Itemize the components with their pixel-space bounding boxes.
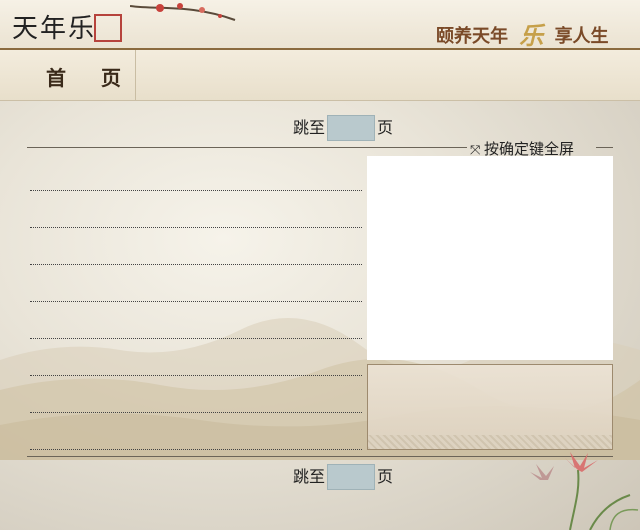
list-item[interactable] — [30, 264, 362, 265]
header-bar: 天年乐 颐养天年 乐 享人生 — [0, 0, 640, 50]
jump-prefix: 跳至 — [293, 118, 326, 137]
lily-flower-icon — [530, 452, 639, 530]
jump-to-page-bottom: 跳至 页 — [293, 464, 393, 490]
plum-blossom-icon — [130, 3, 236, 21]
divider-line — [596, 147, 613, 148]
jump-to-page-top: 跳至 页 — [293, 115, 393, 141]
list-item[interactable] — [30, 190, 362, 191]
list-item[interactable] — [30, 375, 362, 376]
list-item[interactable] — [30, 449, 362, 450]
jump-prefix: 跳至 — [293, 467, 326, 486]
title-box: 首 页 — [0, 50, 136, 100]
app-logo: 天年乐 — [12, 14, 97, 44]
slogan-mark: 乐 — [519, 21, 544, 50]
list-item[interactable] — [30, 227, 362, 228]
hatch-strip — [368, 435, 612, 449]
slogan-left: 颐养天年 — [436, 26, 508, 47]
list-item[interactable] — [30, 412, 362, 413]
list-item[interactable] — [30, 301, 362, 302]
page-title: 首 页 — [46, 66, 135, 90]
header-slogan: 颐养天年 乐 享人生 — [436, 14, 609, 50]
slogan-right: 享人生 — [554, 26, 609, 47]
title-bar: 首 页 — [0, 50, 640, 101]
info-panel — [367, 364, 613, 450]
page-number-input[interactable] — [327, 115, 376, 141]
seal-stamp-icon — [94, 14, 122, 42]
jump-suffix: 页 — [377, 467, 394, 486]
video-preview[interactable] — [367, 156, 613, 360]
list-item[interactable] — [30, 338, 362, 339]
page-number-input[interactable] — [327, 464, 376, 490]
divider-line — [27, 147, 467, 148]
jump-suffix: 页 — [377, 118, 394, 137]
